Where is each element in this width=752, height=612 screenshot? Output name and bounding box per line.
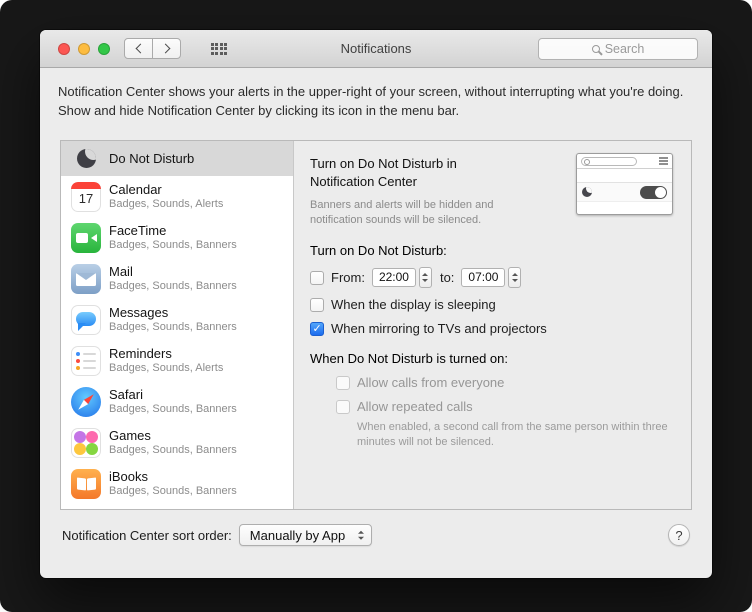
nc-title: Turn on Do Not Disturb in Notification C…	[310, 155, 515, 191]
safari-icon	[71, 387, 101, 417]
notifications-preferences-window: Notifications Search Notification Center…	[40, 30, 712, 578]
sidebar-item-facetime[interactable]: FaceTime Badges, Sounds, Banners	[61, 217, 293, 258]
allow-repeated-label: Allow repeated calls	[357, 399, 473, 414]
forward-button[interactable]	[152, 38, 181, 59]
ibooks-icon	[71, 469, 101, 499]
chevron-left-icon	[135, 44, 145, 54]
notification-center-preview	[576, 153, 673, 215]
allow-calls-row: Allow calls from everyone	[336, 375, 675, 390]
do-not-disturb-panel: Turn on Do Not Disturb in Notification C…	[294, 141, 691, 509]
to-label: to:	[440, 270, 454, 285]
sidebar-item-do-not-disturb[interactable]: Do Not Disturb	[61, 141, 293, 176]
app-list: Do Not Disturb 17 Calendar Badges, Sound…	[61, 141, 294, 509]
repeated-calls-note: When enabled, a second call from the sam…	[357, 420, 675, 450]
sidebar-item-messages[interactable]: Messages Badges, Sounds, Banners	[61, 299, 293, 340]
sort-order-dropdown[interactable]: Manually by App	[239, 524, 372, 546]
title-bar[interactable]: Notifications Search	[40, 30, 712, 68]
show-all-button[interactable]	[202, 38, 236, 59]
to-time-field[interactable]: 07:00	[461, 268, 505, 287]
footer-bar: Notification Center sort order: Manually…	[62, 524, 690, 546]
mini-moon-icon	[582, 187, 592, 197]
facetime-icon	[71, 223, 101, 253]
sort-order-label: Notification Center sort order:	[62, 528, 232, 543]
do-not-disturb-moon-icon	[71, 144, 101, 174]
from-time-field[interactable]: 22:00	[372, 268, 416, 287]
allow-calls-label: Allow calls from everyone	[357, 375, 504, 390]
mirroring-checkbox[interactable]	[310, 322, 324, 336]
sidebar-item-games[interactable]: Games Badges, Sounds, Banners	[61, 422, 293, 463]
display-sleep-checkbox[interactable]	[310, 298, 324, 312]
reminders-icon	[71, 346, 101, 376]
chevron-right-icon	[160, 44, 170, 54]
from-time-stepper[interactable]	[419, 267, 432, 288]
search-icon	[592, 45, 600, 53]
allow-repeated-checkbox[interactable]	[336, 400, 350, 414]
nav-controls	[124, 38, 181, 59]
display-sleep-label: When the display is sleeping	[331, 297, 496, 312]
mirroring-label: When mirroring to TVs and projectors	[331, 321, 547, 336]
grid-icon	[211, 43, 228, 55]
calendar-icon: 17	[71, 182, 101, 212]
from-label: From:	[331, 270, 365, 285]
mini-search-icon	[581, 157, 637, 166]
allow-repeated-row: Allow repeated calls	[336, 399, 675, 414]
mirroring-row: When mirroring to TVs and projectors	[310, 321, 675, 336]
close-button[interactable]	[58, 43, 70, 55]
minimize-button[interactable]	[78, 43, 90, 55]
schedule-checkbox[interactable]	[310, 271, 324, 285]
sidebar-item-ibooks[interactable]: iBooks Badges, Sounds, Banners	[61, 463, 293, 504]
mail-icon	[71, 264, 101, 294]
mini-dnd-toggle	[640, 186, 667, 199]
zoom-button[interactable]	[98, 43, 110, 55]
help-button[interactable]: ?	[668, 524, 690, 546]
back-button[interactable]	[124, 38, 153, 59]
allow-calls-checkbox[interactable]	[336, 376, 350, 390]
sidebar-item-mail[interactable]: Mail Badges, Sounds, Banners	[61, 258, 293, 299]
search-placeholder: Search	[605, 42, 645, 56]
sidebar-item-safari[interactable]: Safari Badges, Sounds, Banners	[61, 381, 293, 422]
intro-text: Notification Center shows your alerts in…	[40, 68, 712, 140]
messages-icon	[71, 305, 101, 335]
sort-order-value: Manually by App	[250, 528, 345, 543]
sidebar-item-calendar[interactable]: 17 Calendar Badges, Sounds, Alerts	[61, 176, 293, 217]
sidebar-item-reminders[interactable]: Reminders Badges, Sounds, Alerts	[61, 340, 293, 381]
dnd-on-header: When Do Not Disturb is turned on:	[310, 351, 675, 366]
to-time-stepper[interactable]	[508, 267, 521, 288]
display-sleep-row: When the display is sleeping	[310, 297, 675, 312]
search-field[interactable]: Search	[538, 38, 698, 60]
mini-list-icon	[659, 157, 668, 165]
traffic-lights	[58, 43, 110, 55]
schedule-row: From: 22:00 to: 07:00	[310, 267, 675, 288]
schedule-header: Turn on Do Not Disturb:	[310, 243, 675, 258]
content-box: Do Not Disturb 17 Calendar Badges, Sound…	[60, 140, 692, 510]
nc-description: Banners and alerts will be hidden and no…	[310, 198, 538, 228]
game-center-icon	[71, 428, 101, 458]
dropdown-arrows-icon	[358, 531, 364, 540]
